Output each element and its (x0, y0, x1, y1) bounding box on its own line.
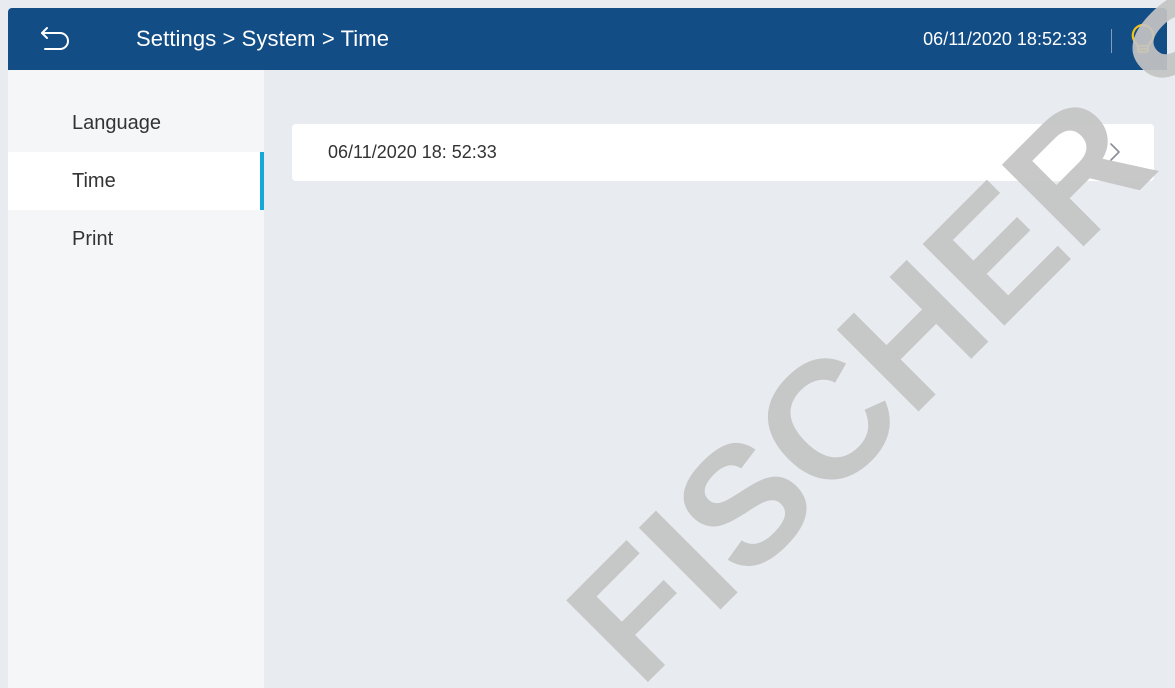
header-divider (1111, 29, 1112, 53)
back-button[interactable] (36, 22, 76, 56)
sidebar-item-label: Time (72, 169, 116, 192)
header-datetime: 06/11/2020 18:52:33 (923, 28, 1087, 49)
settings-sidebar: Language Time Print (8, 70, 264, 688)
settings-content: 06/11/2020 18: 52:33 (264, 70, 1167, 688)
lightbulb-icon (1131, 23, 1155, 54)
breadcrumb: Settings > System > Time (136, 26, 390, 51)
light-button[interactable] (1124, 20, 1162, 58)
sidebar-item-label: Language (72, 111, 161, 134)
top-bar: Settings > System > Time 06/11/2020 18:5… (8, 8, 1167, 70)
chevron-right-icon (1104, 141, 1126, 163)
sidebar-item-language[interactable]: Language (8, 94, 264, 152)
time-setting-row[interactable]: 06/11/2020 18: 52:33 (292, 124, 1154, 181)
sidebar-item-time[interactable]: Time (8, 152, 264, 210)
sidebar-item-print[interactable]: Print (8, 210, 264, 268)
sidebar-item-label: Print (72, 227, 114, 250)
back-arrow-icon (41, 27, 69, 50)
settings-screen: Settings > System > Time 06/11/2020 18:5… (0, 0, 1175, 688)
time-setting-value: 06/11/2020 18: 52:33 (328, 142, 497, 162)
